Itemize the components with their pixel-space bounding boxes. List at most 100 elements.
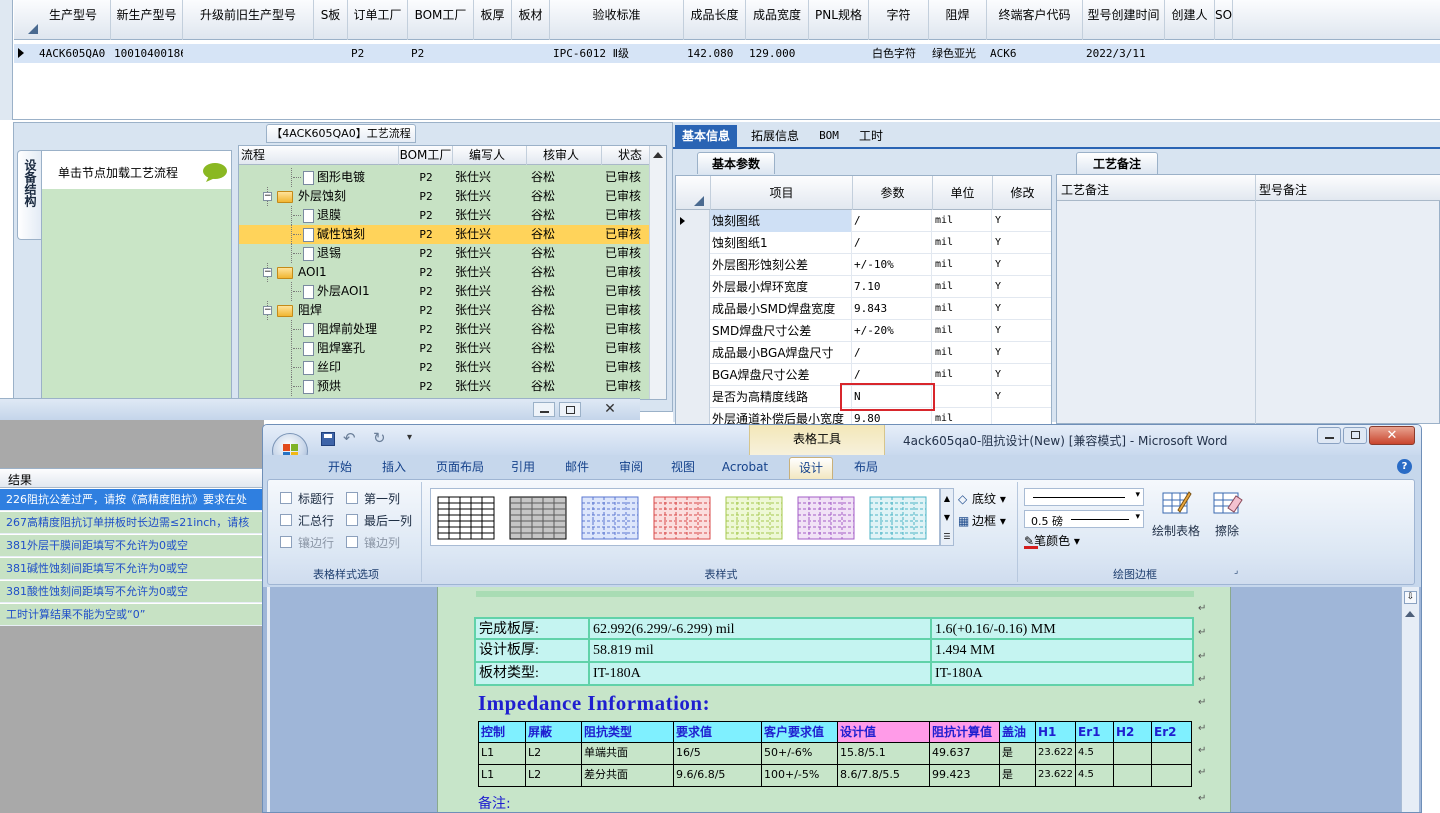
flow-tree-row[interactable]: 丝印 P2 张仕兴 谷松 已审核 [239,358,649,377]
row-selector[interactable] [676,232,710,254]
param-col-header[interactable]: 参数 [852,176,932,210]
flow-tree-row[interactable]: − AOI1 P2 张仕兴 谷松 已审核 [239,263,649,282]
row-selector[interactable] [676,254,710,276]
param-modify[interactable] [992,408,1051,424]
top-grid-cell[interactable] [1215,44,1218,63]
shading-button[interactable]: ◇ 底纹 ▾ [958,490,1018,508]
row-selector[interactable] [676,408,710,424]
param-col-header[interactable]: 修改 [992,176,1051,210]
param-row[interactable]: SMD焊盘尺寸公差 +/-20% mil Y [676,320,1051,342]
top-grid-col-header[interactable]: 字符 [869,0,929,40]
ribbon-tab-6[interactable]: 视图 [661,457,705,479]
ribbon-tab-8[interactable]: 设计 [789,457,833,479]
style-option-c1-2[interactable]: 镶边行 [280,534,356,552]
checkbox[interactable] [346,514,358,526]
checkbox[interactable] [346,536,358,548]
param-modify[interactable]: Y [992,320,1051,342]
result-item[interactable]: 267高精度阻抗订单拼板时长边需≤21inch，请核 [0,512,264,534]
top-grid-col-header[interactable]: PNL规格 [809,0,869,40]
result-item[interactable]: 226阻抗公差过严，请按《高精度阻抗》要求在处 [0,489,264,511]
param-row[interactable]: 外层图形蚀刻公差 +/-10% mil Y [676,254,1051,276]
eraser-button[interactable]: 擦除 [1206,488,1248,548]
top-grid-cell[interactable]: P2 [408,44,474,63]
param-row[interactable]: 蚀刻图纸 / mil Y [676,210,1051,232]
row-selector[interactable] [676,342,710,364]
param-value[interactable]: / [852,210,932,232]
top-grid-col-header[interactable]: 生产型号 [36,0,111,40]
flow-tree-row[interactable]: 碱性蚀刻 P2 张仕兴 谷松 已审核 [239,225,649,244]
row-selector[interactable] [676,298,710,320]
top-grid-cell[interactable]: 142.080 [684,44,746,63]
top-grid-cell[interactable]: P2 [348,44,408,63]
top-grid-cell[interactable]: 10010400186503 [111,44,183,63]
param-modify[interactable]: Y [992,210,1051,232]
param-modify[interactable]: Y [992,364,1051,386]
row-selector[interactable] [676,364,710,386]
ribbon-tab-7[interactable]: Acrobat [713,457,777,479]
ribbon-tab-5[interactable]: 审阅 [607,457,655,479]
table-style-thumb[interactable] [509,496,567,540]
top-grid-cell[interactable] [314,44,348,63]
top-grid-col-header[interactable]: 型号创建时间 [1083,0,1165,40]
top-grid-cell[interactable]: 绿色亚光 [929,44,987,63]
param-modify[interactable]: Y [992,298,1051,320]
top-grid-col-header[interactable]: 升级前旧生产型号 [183,0,314,40]
param-row[interactable]: 成品最小SMD焊盘宽度 9.843 mil Y [676,298,1051,320]
param-value[interactable]: / [852,342,932,364]
flow-tree-row[interactable]: 外层AOI1 P2 张仕兴 谷松 已审核 [239,282,649,301]
flow-col-header[interactable]: BOM工厂 [399,146,453,165]
redo-icon[interactable]: ↻ [373,429,386,447]
info-tab-0[interactable]: 基本信息 [675,125,737,149]
ribbon-tab-1[interactable]: 插入 [369,457,419,479]
tree-collapse-icon[interactable]: − [263,268,272,277]
param-value[interactable]: +/-10% [852,254,932,276]
basic-params-subtab[interactable]: 基本参数 [697,152,775,174]
flow-col-header[interactable]: 编写人 [453,146,527,165]
line-weight-select[interactable]: 0.5 磅 ▾ [1024,510,1144,528]
style-option-c1-0[interactable]: 标题行 [280,490,356,508]
flow-tree-scrollbar[interactable] [649,146,666,399]
ribbon-tab-3[interactable]: 引用 [499,457,547,479]
doc-scrollbar[interactable]: ⇩ [1401,587,1419,812]
flow-tree-row[interactable]: − 阻焊 P2 张仕兴 谷松 已审核 [239,301,649,320]
param-row[interactable]: 外层最小焊环宽度 7.10 mil Y [676,276,1051,298]
top-grid-cell[interactable]: 4ACK605QA0 [36,44,111,63]
word-close-icon[interactable]: ✕ [1369,426,1415,445]
top-grid-cell[interactable] [512,44,550,63]
top-grid-cell[interactable] [1165,44,1215,63]
table-style-thumb[interactable] [725,496,783,540]
param-value[interactable]: 9.843 [852,298,932,320]
flow-col-header[interactable]: 流程 [239,146,399,165]
checkbox[interactable] [280,492,292,504]
top-grid-col-header[interactable]: 成品长度 [684,0,746,40]
flow-tree-row[interactable]: − 外层蚀刻 P2 张仕兴 谷松 已审核 [239,187,649,206]
flow-tree-row[interactable]: 预烘 P2 张仕兴 谷松 已审核 [239,377,649,396]
param-modify[interactable]: Y [992,342,1051,364]
top-grid-col-header[interactable]: BOM工厂 [408,0,474,40]
gallery-scroll[interactable]: ▲ ▼ ☰ [940,488,954,546]
top-grid-col-header[interactable]: 创建人 [1165,0,1215,40]
row-selector[interactable] [676,386,710,408]
table-style-thumb[interactable] [653,496,711,540]
flow-tree-row[interactable]: 阻焊前处理 P2 张仕兴 谷松 已审核 [239,320,649,339]
top-grid-cell[interactable] [474,44,512,63]
top-grid-col-header[interactable]: SO [1215,0,1234,40]
info-tab-1[interactable]: 拓展信息 [743,125,807,149]
ribbon-tab-2[interactable]: 页面布局 [425,457,495,479]
info-tab-3[interactable]: 工时 [851,125,891,149]
top-grid-cell[interactable]: 2022/3/11 [1083,44,1165,63]
border-button[interactable]: ▦ 边框 ▾ [958,512,1018,530]
restore-icon[interactable] [559,402,581,417]
flow-tree-row[interactable]: 退锡 P2 张仕兴 谷松 已审核 [239,244,649,263]
pen-color-button[interactable]: ✎笔颜色 ▾ [1024,532,1104,550]
flow-tree-row[interactable]: 阻焊塞孔 P2 张仕兴 谷松 已审核 [239,339,649,358]
load-node-panel[interactable]: 单击节点加载工艺流程 [41,150,232,400]
style-option-c2-1[interactable]: 最后一列 [346,512,422,530]
flow-col-header[interactable]: 核审人 [527,146,602,165]
param-col-header[interactable]: 项目 [710,176,852,210]
top-grid-col-header[interactable]: 成品宽度 [746,0,809,40]
param-value[interactable]: 7.10 [852,276,932,298]
qat-dropdown-icon[interactable]: ▾ [407,432,412,443]
remarks-tab[interactable]: 工艺备注 [1076,152,1158,174]
ribbon-tab-0[interactable]: 开始 [315,457,365,479]
